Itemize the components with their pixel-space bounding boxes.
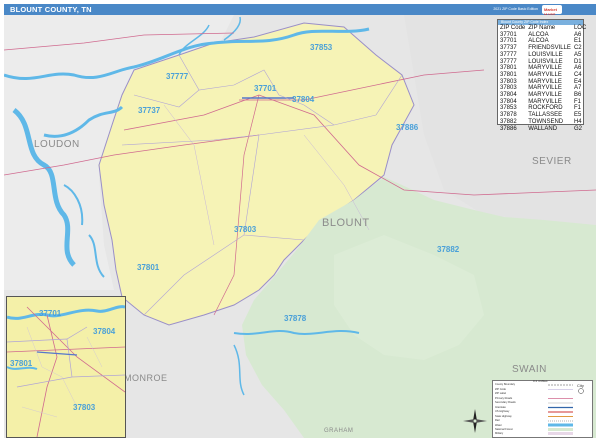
loc-cell: E1: [573, 38, 582, 45]
loc-cell: H4: [573, 118, 582, 125]
zip-cell: 37777: [500, 58, 517, 65]
zip-label-37801[interactable]: 37801: [137, 263, 159, 272]
map-legend: County Boundary ZIP Code ZIP Label Prima…: [492, 380, 593, 438]
zip-cell: 37801: [500, 71, 517, 78]
name-cell: MARYVILLE: [528, 92, 562, 99]
name-cell: MARYVILLE: [528, 98, 562, 105]
neighbor-label-sevier: SEVIER: [532, 156, 572, 167]
zip-cell: 37804: [500, 92, 517, 99]
table-row: 37886 WALLAND G2: [499, 126, 588, 133]
table-row: 37701 ALCOA A6: [499, 32, 588, 39]
loc-cell: F1: [573, 98, 581, 105]
north-arrow-icon: [463, 409, 487, 433]
zip-cell: 37882: [500, 118, 517, 125]
table-row: 37801 MARYVILLE C4: [499, 72, 588, 79]
neighbor-label-graham: GRAHAM: [324, 428, 354, 434]
zip-table-grid: ZIP Code ZIP Name LOC 37701 ALCOA A6 37701…: [499, 25, 588, 132]
table-row: 37878 TALLASSEE E5: [499, 112, 588, 119]
column-zip-code: ZIP Code: [500, 25, 526, 31]
table-row: 37882 TOWNSEND H4: [499, 119, 588, 126]
inset-zip-label-37804[interactable]: 37804: [93, 327, 115, 336]
neighbor-label-swain: SWAIN: [512, 364, 547, 375]
scale-bar: 0 2 4 Miles: [533, 379, 548, 383]
loc-cell: G2: [573, 125, 582, 132]
name-cell: FRIENDSVILLE: [528, 45, 571, 52]
loc-cell: D1: [573, 58, 582, 65]
inset-zip-label-37803[interactable]: 37803: [73, 403, 95, 412]
name-cell: TALLASSEE: [528, 112, 563, 119]
name-cell: LOUISVILLE: [528, 58, 563, 65]
zip-label-37853[interactable]: 37853: [310, 43, 332, 52]
name-cell: LOUISVILLE: [528, 51, 563, 58]
loc-cell: E5: [573, 112, 582, 119]
name-cell: MARYVILLE: [528, 85, 562, 92]
zip-label-37737[interactable]: 37737: [138, 106, 160, 115]
zip-cell: 37853: [500, 105, 517, 112]
zip-label-37803[interactable]: 37803: [234, 225, 256, 234]
neighbor-label-monroe: MONROE: [124, 373, 168, 383]
map-title: BLOUNT COUNTY, TN: [10, 5, 92, 14]
table-row: 37803 MARYVILLE A7: [499, 85, 588, 92]
inset-zip-label-37701[interactable]: 37701: [39, 309, 61, 318]
zip-label-37878[interactable]: 37878: [284, 314, 306, 323]
table-row: 37804 MARYVILLE B6: [499, 92, 588, 99]
name-cell: ALCOA: [528, 38, 549, 45]
name-cell: MARYVILLE: [528, 78, 562, 85]
loc-cell: A5: [573, 51, 582, 58]
name-cell: TOWNSEND: [528, 118, 564, 125]
zip-cell: 37803: [500, 78, 517, 85]
zip-cell: 37701: [500, 31, 517, 38]
zip-code-index-table: Blount County ZIP Code Index ZIP Code ZI…: [497, 19, 586, 132]
zip-cell: 37886: [500, 125, 517, 132]
loc-cell: E4: [573, 78, 582, 85]
name-cell: WALLAND: [528, 125, 558, 132]
table-row: 37803 MARYVILLE E4: [499, 79, 588, 86]
loc-cell: A7: [573, 85, 582, 92]
market-maps-logo: Market MAPS: [542, 5, 562, 17]
legend-city-label: City: [577, 383, 584, 388]
loc-cell: C4: [573, 71, 582, 78]
loc-cell: C2: [573, 45, 582, 52]
table-row: 37701 ALCOA E1: [499, 38, 588, 45]
zip-label-37804[interactable]: 37804: [292, 95, 314, 104]
zip-cell: 37737: [500, 45, 517, 52]
name-cell: ROCKFORD: [528, 105, 563, 112]
zip-label-37777[interactable]: 37777: [166, 72, 188, 81]
zip-label-37886[interactable]: 37886: [396, 123, 418, 132]
neighbor-label-loudon: LOUDON: [34, 139, 80, 150]
table-row: 37737 FRIENDSVILLE C2: [499, 45, 588, 52]
title-bar: BLOUNT COUNTY, TN 2021 ZIP Code Basic Ed…: [4, 4, 596, 17]
zip-cell: 37701: [500, 38, 517, 45]
zip-label-37701[interactable]: 37701: [254, 84, 276, 93]
zip-cell: 37803: [500, 85, 517, 92]
loc-cell: A6: [573, 65, 582, 72]
zip-cell: 37804: [500, 98, 517, 105]
table-row: 37853 ROCKFORD F1: [499, 105, 588, 112]
table-row: 37777 LOUISVILLE D1: [499, 59, 588, 66]
inset-map[interactable]: 37701 37804 37801 37803: [6, 296, 126, 438]
name-cell: MARYVILLE: [528, 65, 562, 72]
table-row: 37804 MARYVILLE F1: [499, 99, 588, 106]
edition-label: 2021 ZIP Code Basic Edition: [493, 7, 538, 11]
zip-cell: 37801: [500, 65, 517, 72]
zip-label-37882[interactable]: 37882: [437, 245, 459, 254]
column-loc: LOC: [573, 25, 587, 31]
loc-cell: A6: [573, 31, 582, 38]
loc-cell: B6: [573, 92, 582, 99]
zip-table-column-header: ZIP Code ZIP Name LOC: [499, 25, 588, 32]
map-frame: BLOUNT COUNTY, TN 2021 ZIP Code Basic Ed…: [0, 0, 600, 442]
name-cell: ALCOA: [528, 31, 549, 38]
zip-cell: 37878: [500, 112, 517, 119]
county-label-blount: BLOUNT: [322, 217, 370, 229]
zip-cell: 37777: [500, 51, 517, 58]
column-zip-name: ZIP Name: [528, 25, 556, 31]
table-row: 37801 MARYVILLE A6: [499, 65, 588, 72]
table-row: 37777 LOUISVILLE A5: [499, 52, 588, 59]
legend-swatches: [548, 384, 584, 435]
inset-zip-label-37801[interactable]: 37801: [10, 359, 32, 368]
loc-cell: F1: [573, 105, 581, 112]
name-cell: MARYVILLE: [528, 71, 562, 78]
